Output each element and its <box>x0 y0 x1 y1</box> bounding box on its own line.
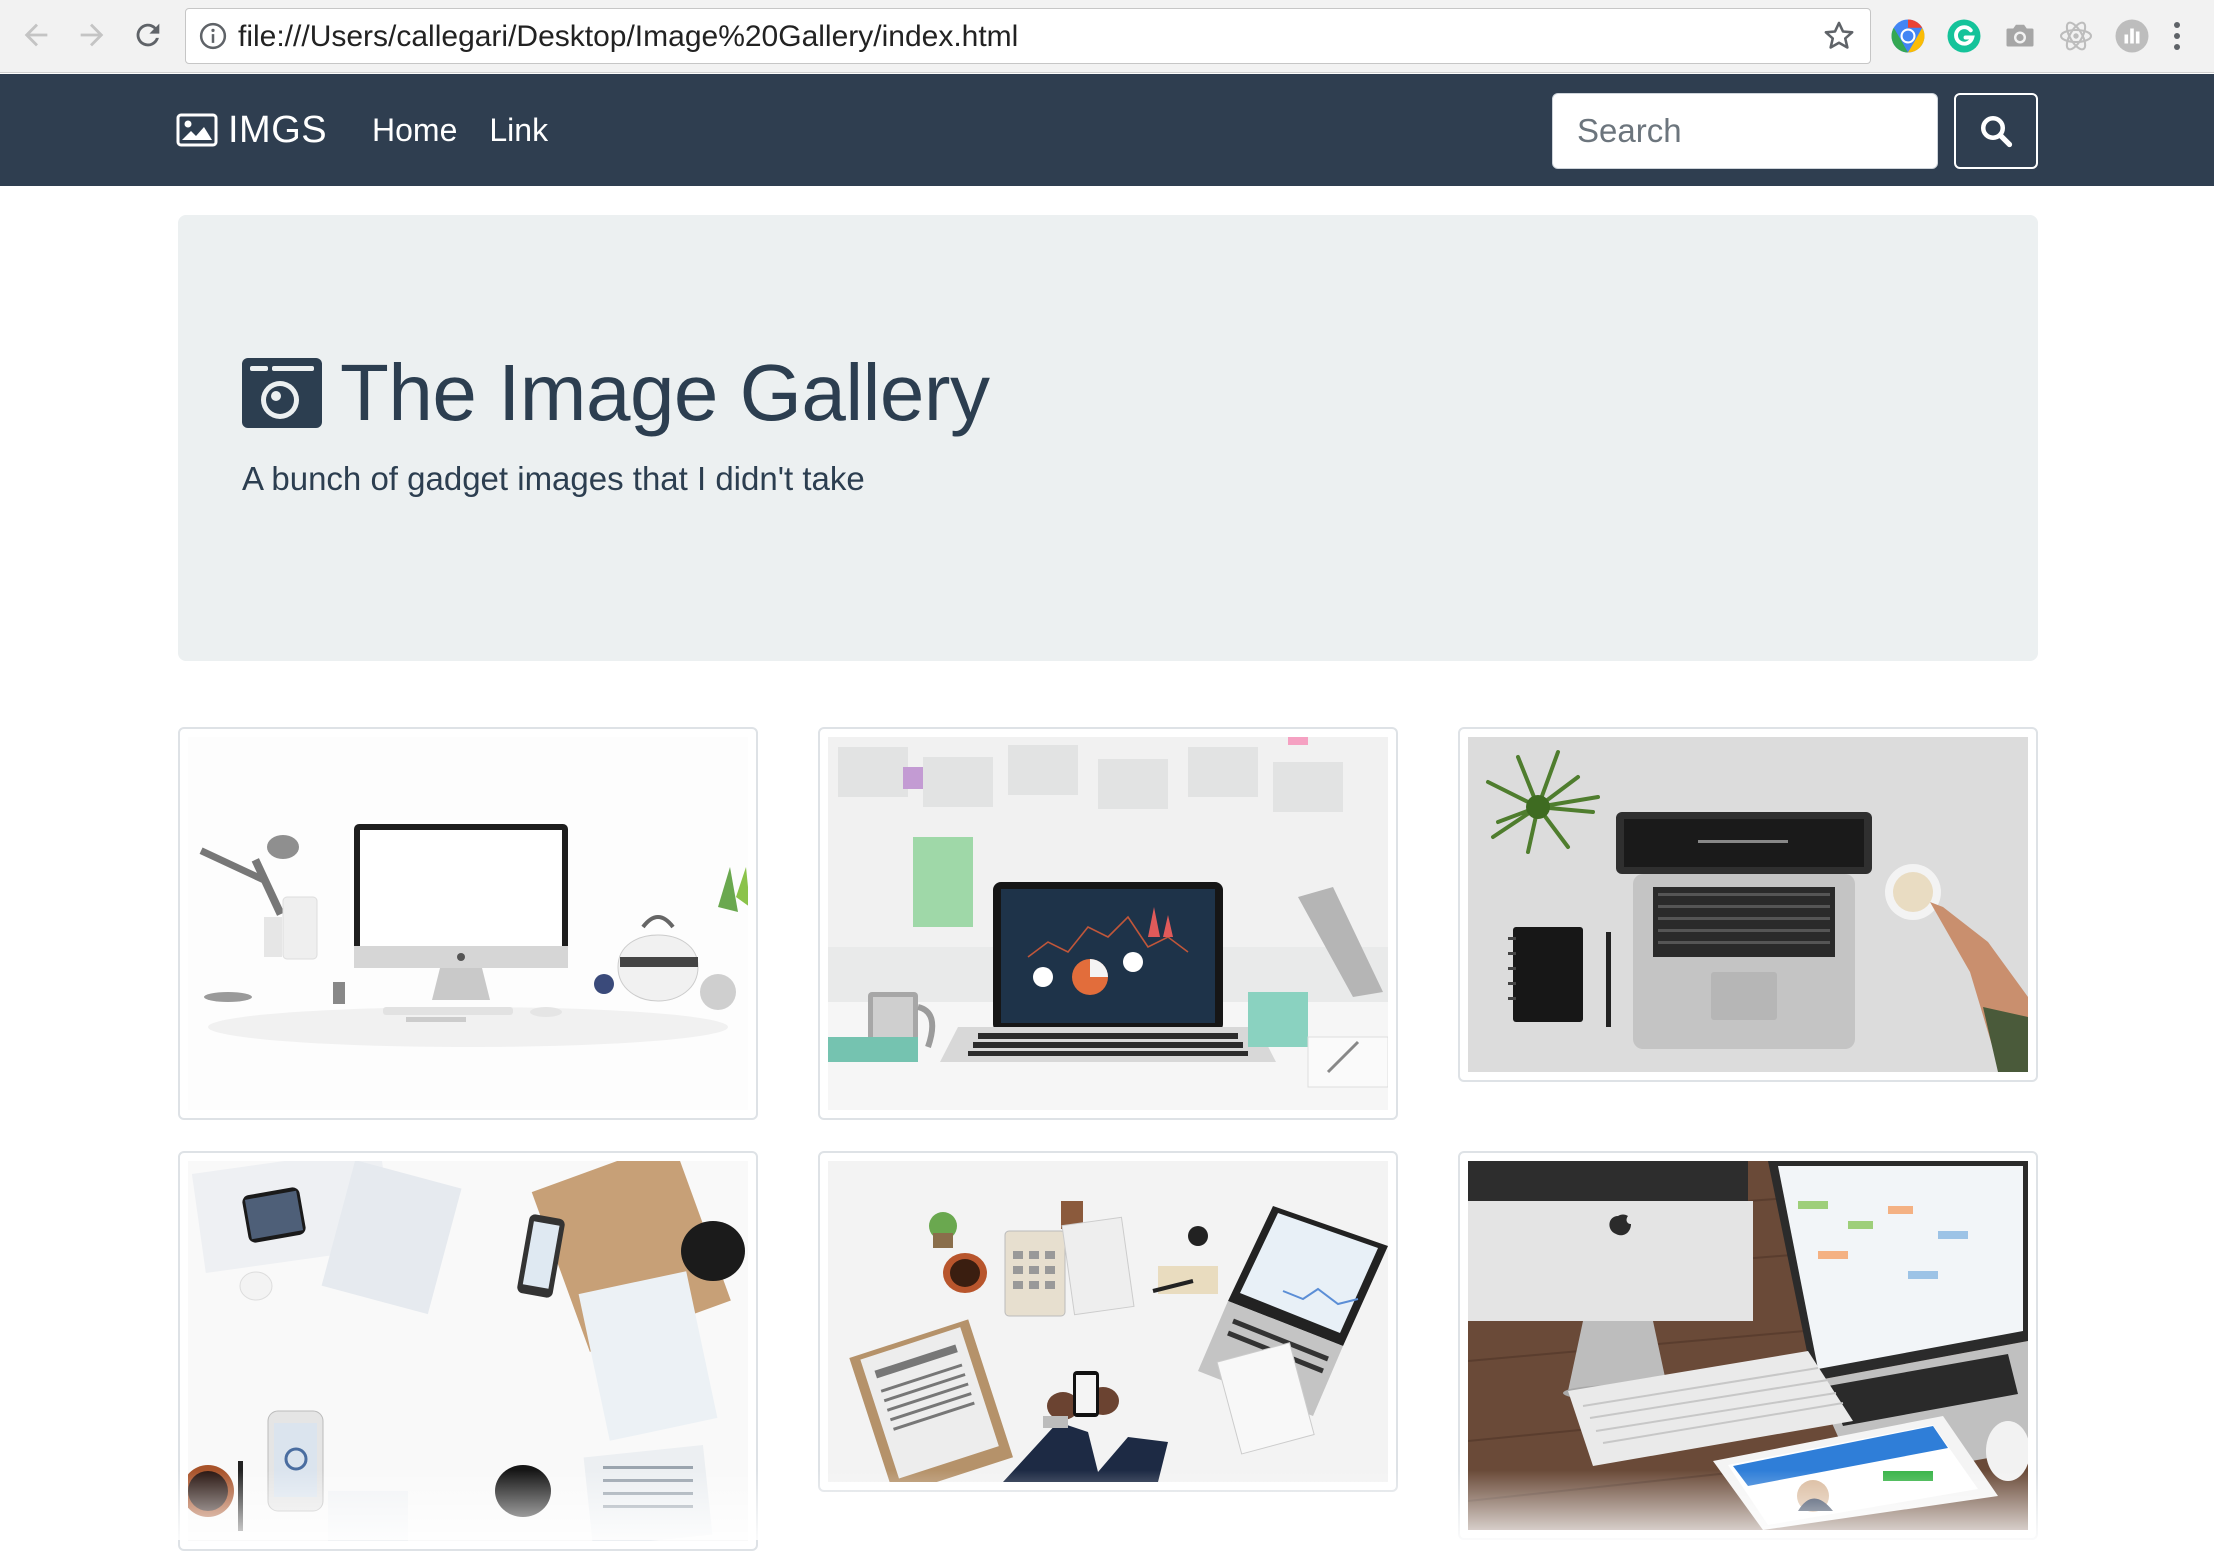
gallery-image-5[interactable] <box>818 1151 1398 1492</box>
brand[interactable]: IMGS <box>176 74 327 186</box>
reload-icon[interactable] <box>126 13 170 57</box>
grammarly-icon[interactable] <box>1946 18 1982 54</box>
camera-icon <box>242 358 322 428</box>
nav-links: Home Link <box>372 74 548 186</box>
search-input[interactable] <box>1552 93 1938 169</box>
react-devtools-icon[interactable] <box>2058 18 2094 54</box>
gallery-image-1[interactable] <box>178 727 758 1120</box>
camera-extension-icon[interactable] <box>2002 18 2038 54</box>
search-button[interactable] <box>1954 93 2038 169</box>
brand-text[interactable]: IMGS <box>228 109 327 152</box>
hero-heading: The Image Gallery <box>242 343 990 443</box>
browser-toolbar: file:///Users/callegari/Desktop/Image%20… <box>0 0 2214 73</box>
nav-link-link[interactable]: Link <box>489 112 548 149</box>
hero-jumbotron: The Image Gallery A bunch of gadget imag… <box>178 215 2038 661</box>
gallery-image-4[interactable] <box>178 1151 758 1551</box>
page-title: The Image Gallery <box>340 348 990 437</box>
gallery-image-3[interactable] <box>1458 727 2038 1082</box>
analytics-extension-icon[interactable] <box>2114 18 2150 54</box>
back-arrow-icon[interactable] <box>14 13 58 57</box>
search-icon <box>1981 116 2013 148</box>
chrome-extension-icon[interactable] <box>1890 18 1926 54</box>
menu-kebab-icon[interactable] <box>2164 18 2190 54</box>
address-bar[interactable]: file:///Users/callegari/Desktop/Image%20… <box>185 8 1871 64</box>
image-icon <box>176 113 218 147</box>
url-text[interactable]: file:///Users/callegari/Desktop/Image%20… <box>238 9 1018 65</box>
bookmark-star-icon[interactable] <box>1822 19 1856 53</box>
nav-link-home[interactable]: Home <box>372 112 457 149</box>
hero-lead: A bunch of gadget images that I didn't t… <box>242 460 865 497</box>
navbar: IMGS Home Link <box>0 74 2214 186</box>
site-info-icon[interactable] <box>198 21 228 51</box>
forward-arrow-icon[interactable] <box>70 13 114 57</box>
gallery-image-2[interactable] <box>818 727 1398 1120</box>
gallery-image-6[interactable] <box>1458 1151 2038 1540</box>
